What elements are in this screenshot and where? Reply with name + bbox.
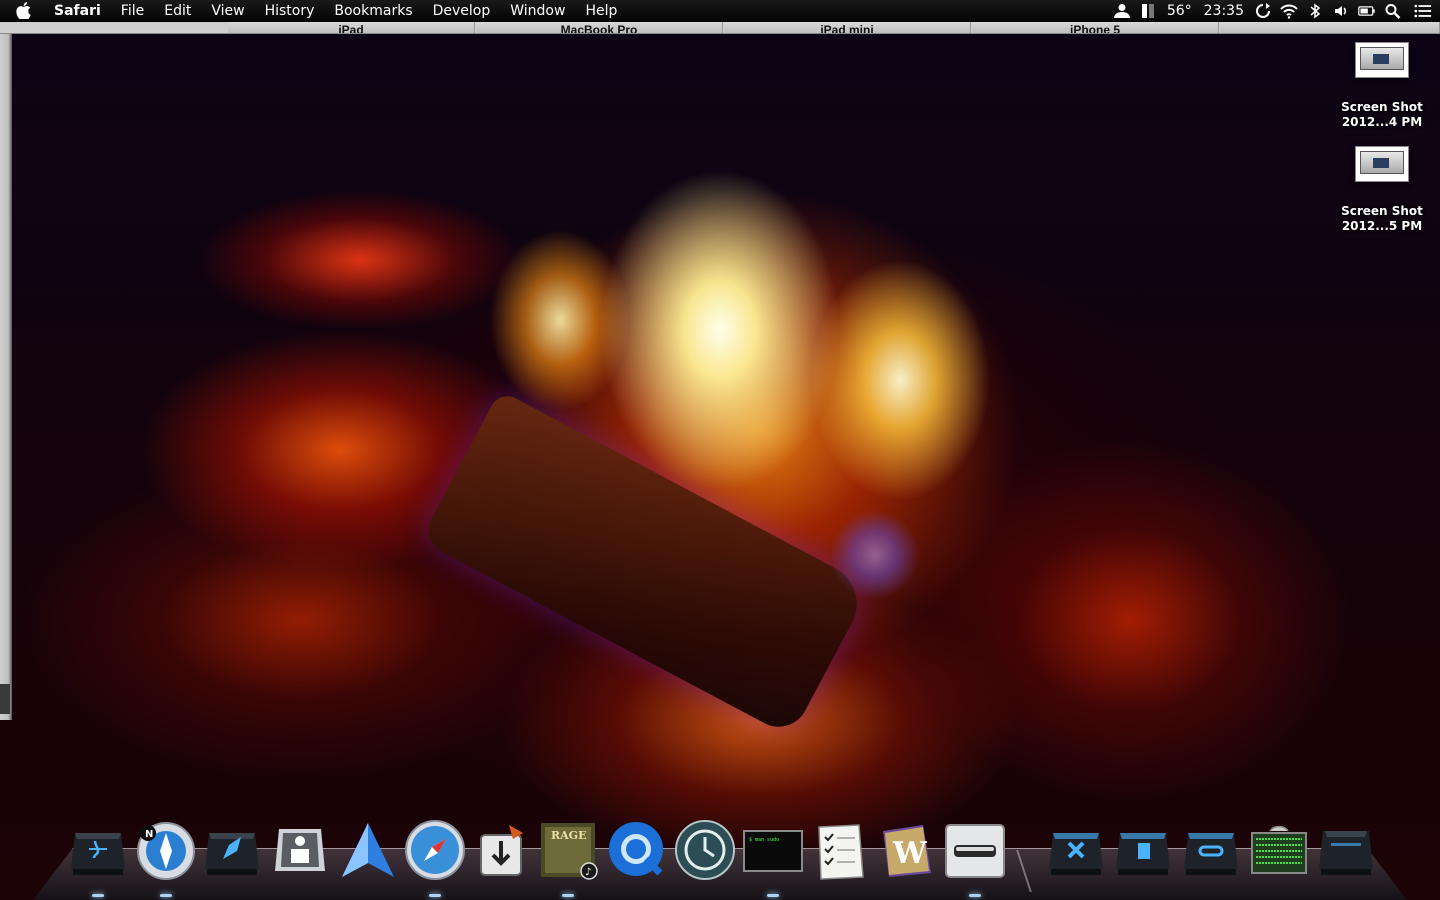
safari-tab[interactable] <box>1220 22 1440 33</box>
trash-icon <box>1319 831 1373 875</box>
desktop-wallpaper <box>0 0 1440 900</box>
dock-app-store[interactable] <box>268 817 332 883</box>
screenshot-thumbnail-icon <box>1355 146 1409 182</box>
applications-stack-icon <box>1049 833 1103 875</box>
safari-tab-strip: iPad MacBook Pro iPad mini iPhone 5 <box>0 22 1440 34</box>
dock-documents-stack[interactable] <box>1111 817 1175 883</box>
quicktime-icon <box>609 822 663 876</box>
temperature-readout[interactable]: 56° <box>1161 0 1198 22</box>
finder-icon <box>71 833 125 875</box>
sparrow-icon <box>342 823 394 877</box>
app-store-icon <box>275 829 325 871</box>
time-machine-icon <box>675 820 735 880</box>
dock-compass[interactable]: N <box>134 817 198 897</box>
dock-time-machine[interactable] <box>673 817 737 883</box>
safari-tab-label: MacBook Pro <box>560 23 638 34</box>
compass-icon: N <box>137 822 195 880</box>
safari-tab[interactable]: iPad <box>228 22 475 34</box>
bluetooth-icon[interactable] <box>1302 0 1328 22</box>
flashcard-icon <box>945 824 1005 878</box>
desktop-file-screenshot-2[interactable]: Screen Shot 2012...5 PM <box>1332 146 1432 234</box>
wifi-icon[interactable] <box>1276 0 1302 22</box>
spotlight-icon[interactable] <box>1380 0 1406 22</box>
volume-icon[interactable] <box>1328 0 1354 22</box>
safari-tab-label: iPad <box>338 23 364 34</box>
battery-bars-icon[interactable] <box>1135 0 1161 22</box>
dock-transmit[interactable] <box>470 817 534 883</box>
notification-center-icon[interactable] <box>1406 0 1440 22</box>
utilities-stack-icon <box>1184 833 1238 875</box>
menu-file[interactable]: File <box>111 0 154 22</box>
dock-utilities-stack[interactable] <box>1179 817 1243 883</box>
svg-text:RAGE: RAGE <box>551 829 586 842</box>
documents-stack-icon <box>1116 833 1170 875</box>
menu-help[interactable]: Help <box>575 0 627 22</box>
file-name: Screen Shot <box>1341 204 1423 218</box>
itunes-album-icon: RAGE ♪ <box>541 823 598 880</box>
menu-history[interactable]: History <box>255 0 325 22</box>
wallpaper-blue-flame <box>830 510 920 600</box>
running-indicator <box>160 894 172 897</box>
safari-tab[interactable]: MacBook Pro <box>476 22 723 34</box>
running-indicator <box>562 894 574 897</box>
safari-window-edge[interactable] <box>0 34 12 720</box>
dock-launchpad[interactable] <box>200 817 264 883</box>
dock-flashcard[interactable] <box>943 817 1007 897</box>
dock-wunderlist[interactable]: W <box>876 817 940 883</box>
activity-monitor-icon <box>1251 825 1307 874</box>
dock-reminders[interactable] <box>808 817 872 883</box>
file-detail: 2012...4 PM <box>1341 115 1423 129</box>
dock-applications-stack[interactable] <box>1044 817 1108 883</box>
menu-window[interactable]: Window <box>500 0 575 22</box>
file-detail: 2012...5 PM <box>1341 219 1423 233</box>
menu-view[interactable]: View <box>201 0 254 22</box>
dock-finder[interactable] <box>66 817 130 897</box>
menu-app-name[interactable]: Safari <box>46 0 111 22</box>
svg-text:N: N <box>145 829 153 840</box>
user-icon[interactable] <box>1109 0 1135 22</box>
launchpad-icon <box>205 833 259 875</box>
menu-bookmarks[interactable]: Bookmarks <box>324 0 422 22</box>
dock-safari[interactable] <box>403 817 467 897</box>
desktop-file-label: Screen Shot 2012...5 PM <box>1332 204 1432 234</box>
dock-activity-monitor[interactable] <box>1247 817 1311 883</box>
dock-sparrow[interactable] <box>336 817 400 883</box>
running-indicator <box>767 894 779 897</box>
desktop-file-label: Screen Shot 2012...4 PM <box>1332 100 1432 130</box>
safari-tab[interactable]: iPad mini <box>724 22 971 34</box>
menu-develop[interactable]: Develop <box>423 0 501 22</box>
transmit-icon <box>480 825 523 876</box>
apple-menu-icon[interactable] <box>0 0 46 22</box>
reminders-icon <box>818 824 864 880</box>
safari-icon <box>405 820 465 880</box>
safari-tab-label: iPhone 5 <box>1069 23 1120 34</box>
file-name: Screen Shot <box>1341 100 1423 114</box>
status-area: 56° 23:35 <box>1109 0 1440 22</box>
wunderlist-icon: W <box>883 825 931 877</box>
dock-quicktime[interactable] <box>605 817 669 883</box>
safari-tab[interactable]: iPhone 5 <box>972 22 1219 34</box>
screenshot-thumbnail-icon <box>1355 42 1409 78</box>
running-indicator <box>92 894 104 897</box>
clock[interactable]: 23:35 <box>1198 0 1250 22</box>
dock-terminal[interactable]: $ man sudo <box>741 817 805 897</box>
battery-icon[interactable] <box>1354 0 1380 22</box>
desktop-file-screenshot-1[interactable]: Screen Shot 2012...4 PM <box>1332 42 1432 130</box>
menu-edit[interactable]: Edit <box>154 0 201 22</box>
menu-bar: Safari File Edit View History Bookmarks … <box>0 0 1440 22</box>
svg-text:♪: ♪ <box>585 867 591 878</box>
dock-trash[interactable] <box>1314 817 1378 883</box>
terminal-prompt-text: $ man sudo <box>749 837 779 843</box>
sync-icon[interactable] <box>1250 0 1276 22</box>
running-indicator <box>969 894 981 897</box>
dock-itunes[interactable]: RAGE ♪ <box>536 817 600 897</box>
safari-tab-label: iPad mini <box>820 23 874 34</box>
terminal-icon: $ man sudo <box>743 830 803 872</box>
running-indicator <box>429 894 441 897</box>
svg-text:W: W <box>892 836 928 871</box>
